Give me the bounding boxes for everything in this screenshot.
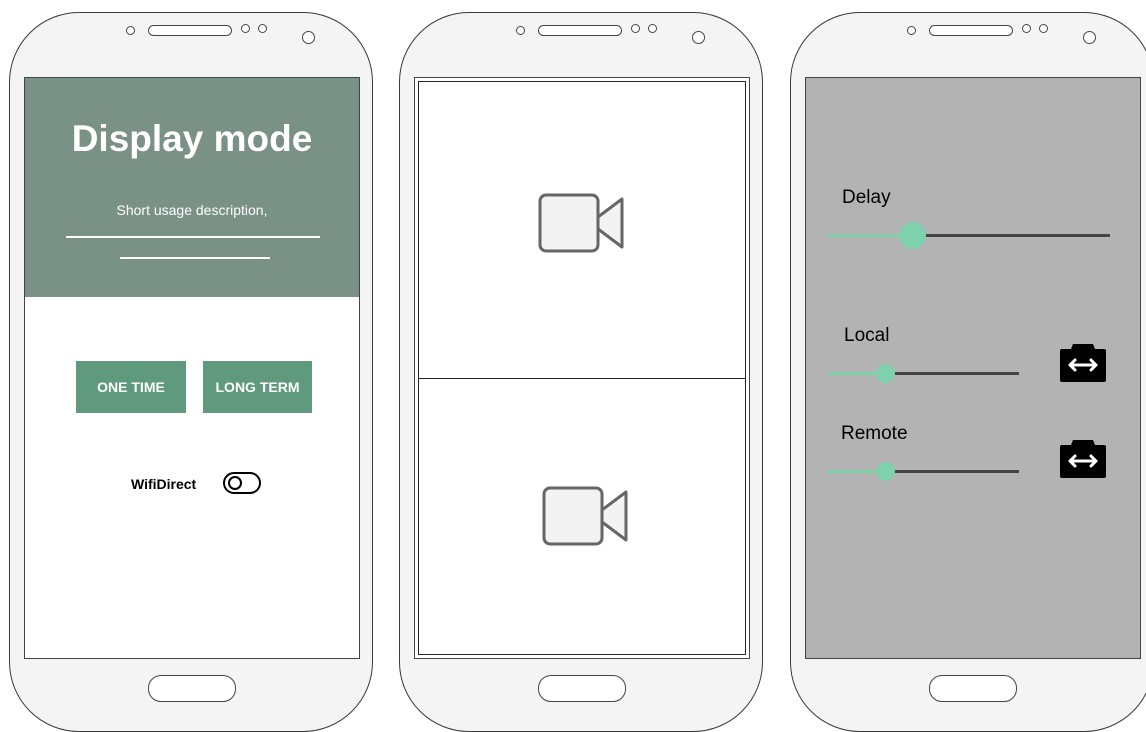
speaker-grille [538, 25, 622, 36]
proximity-dot [302, 31, 315, 44]
delay-slider-thumb[interactable] [899, 222, 926, 249]
usage-description: Short usage description, [116, 202, 268, 218]
local-slider-thumb[interactable] [876, 364, 895, 383]
screen: Delay Local Remote [805, 77, 1141, 659]
sensor-dot [241, 24, 250, 33]
screen: Display mode Short usage description, ON… [24, 77, 360, 659]
local-video-pane[interactable] [419, 380, 745, 654]
speaker-grille [148, 25, 232, 36]
switch-camera-icon[interactable] [1059, 435, 1107, 478]
description-line [66, 236, 320, 238]
sensor-dot [1039, 24, 1048, 33]
header-panel: Display mode Short usage description, [25, 78, 359, 297]
proximity-dot [1083, 31, 1096, 44]
sensor-dot [648, 24, 657, 33]
home-button[interactable] [148, 675, 236, 702]
phone-display-mode: Display mode Short usage description, ON… [9, 12, 373, 732]
long-term-button[interactable]: LONG TERM [203, 361, 312, 413]
front-camera-dot [126, 26, 135, 35]
remote-label: Remote [841, 423, 908, 444]
toggle-knob [228, 476, 242, 490]
phone-settings: Delay Local Remote [790, 12, 1146, 732]
speaker-grille [929, 25, 1013, 36]
video-camera-icon [538, 193, 624, 253]
remote-slider-thumb[interactable] [876, 462, 895, 481]
phone-video-call [399, 12, 763, 732]
wifi-direct-toggle[interactable] [223, 472, 261, 494]
sensor-dot [258, 24, 267, 33]
local-label: Local [844, 325, 890, 346]
video-camera-icon [542, 486, 628, 546]
remote-video-pane[interactable] [419, 82, 745, 379]
front-camera-dot [907, 26, 916, 35]
description-line [120, 257, 270, 259]
front-camera-dot [516, 26, 525, 35]
proximity-dot [692, 31, 705, 44]
page-title: Display mode [71, 118, 313, 159]
home-button[interactable] [929, 675, 1017, 702]
screen [414, 77, 750, 659]
video-frame [418, 81, 746, 655]
sensor-dot [1022, 24, 1031, 33]
home-button[interactable] [538, 675, 626, 702]
sensor-dot [631, 24, 640, 33]
switch-camera-icon[interactable] [1059, 339, 1107, 382]
wifi-direct-label: WifiDirect [131, 476, 197, 492]
delay-label: Delay [842, 187, 891, 208]
one-time-button[interactable]: ONE TIME [76, 361, 186, 413]
